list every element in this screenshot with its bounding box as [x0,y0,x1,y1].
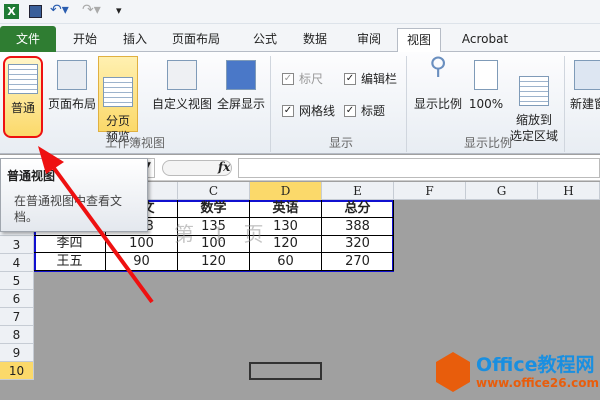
red-arrow-annotation [38,146,154,304]
